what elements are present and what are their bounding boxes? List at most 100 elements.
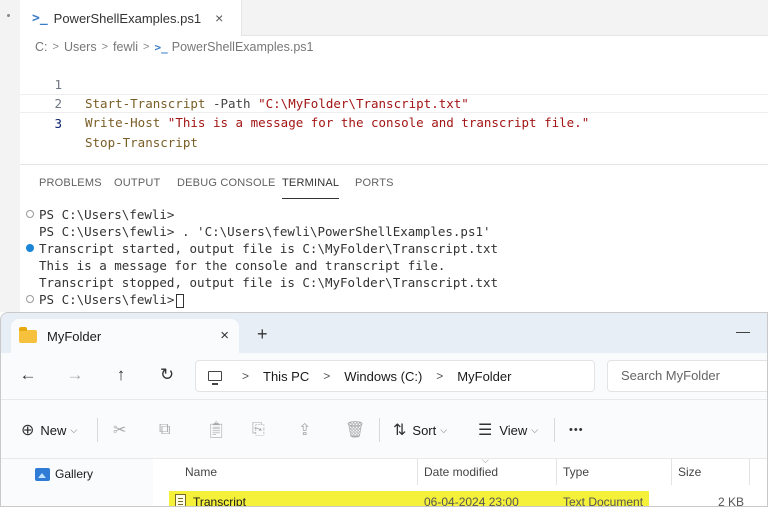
code-editor[interactable]: 1 Start-Transcript -Path "C:\MyFolder\Tr… [20, 56, 768, 150]
file-name[interactable]: Transcript [193, 493, 246, 506]
column-header-size[interactable]: Size [678, 459, 701, 485]
text-document-icon [175, 494, 186, 506]
sidebar-item-gallery[interactable]: Gallery [35, 467, 93, 481]
tab-debug-console[interactable]: DEBUG CONSOLE [177, 165, 276, 201]
explorer-tab-myfolder[interactable]: MyFolder × [11, 319, 239, 353]
folder-icon [19, 326, 37, 343]
tab-problems[interactable]: PROBLEMS [39, 165, 102, 201]
terminal-line: PS C:\Users\fewli> . 'C:\Users\fewli\Pow… [39, 224, 491, 239]
breadcrumb-user[interactable]: fewli [113, 40, 138, 54]
code-line-current[interactable]: 3 Stop-Transcript [20, 94, 768, 150]
code-param [160, 115, 168, 130]
breadcrumb-file[interactable]: PowerShellExamples.ps1 [172, 40, 314, 54]
chevron-down-icon: ⌵ [70, 424, 78, 435]
trash-icon: 🗑︎ [345, 422, 366, 439]
delete-button[interactable]: 🗑︎ [345, 400, 365, 460]
gallery-icon [35, 467, 50, 481]
column-header-date[interactable]: Date modified [424, 459, 498, 485]
view-list-icon: ☰ [478, 422, 493, 439]
search-input[interactable]: Search MyFolder [607, 360, 767, 392]
refresh-button[interactable]: ↻ [155, 363, 179, 387]
toolbar-divider [97, 418, 98, 442]
breadcrumb-users[interactable]: Users [64, 40, 97, 54]
address-this-pc[interactable]: This PC [263, 369, 309, 384]
paste-button[interactable]: 📋︎ [206, 400, 226, 460]
forward-button[interactable]: → [63, 363, 87, 387]
navigation-pane: Gallery [1, 459, 153, 506]
chevron-down-icon: ⌵ [531, 424, 539, 435]
terminal[interactable]: PS C:\Users\fewli> PS C:\Users\fewli> . … [20, 206, 768, 308]
new-label: New [40, 422, 67, 438]
minimize-button[interactable]: — [736, 323, 750, 339]
file-explorer-window: MyFolder × + — ← → ↑ ↻ > This PC > Windo… [0, 312, 768, 507]
sort-label: Sort [412, 422, 437, 438]
file-type: Text Document [563, 495, 644, 507]
terminal-line: This is a message for the console and tr… [39, 258, 446, 273]
activity-strip [0, 0, 20, 312]
column-divider[interactable] [749, 459, 750, 485]
more-options-button[interactable]: ••• [569, 400, 584, 460]
command-decoration-icon[interactable] [26, 210, 34, 218]
share-button[interactable]: ⇪ [298, 400, 311, 460]
close-icon[interactable]: × [215, 10, 223, 26]
close-icon[interactable]: × [220, 327, 229, 344]
sort-icon: ⇅ [393, 422, 407, 439]
column-divider[interactable] [556, 459, 557, 485]
explorer-tab-title: MyFolder [47, 328, 102, 344]
plus-circle-icon: ⊕ [21, 422, 35, 439]
rename-button[interactable]: ⎘ [252, 400, 265, 460]
view-button[interactable]: ☰ View ⌵ [478, 400, 538, 460]
powershell-file-icon: >_ [154, 40, 168, 54]
activity-dot [7, 14, 10, 17]
back-button[interactable]: ← [16, 363, 40, 387]
new-button[interactable]: ⊕ New ⌵ [21, 400, 77, 460]
code-line[interactable]: 2 Write-Host "This is a message for the … [20, 75, 768, 130]
file-date: 06-04-2024 23:00 [424, 495, 519, 507]
copy-icon: ⧉ [159, 421, 171, 438]
up-button[interactable]: ↑ [109, 363, 133, 387]
rename-icon: ⎘ [252, 421, 265, 438]
address-myfolder[interactable]: MyFolder [457, 369, 511, 384]
terminal-prompt-line[interactable]: PS C:\Users\fewli> [20, 291, 768, 308]
command-decoration-icon[interactable] [26, 295, 34, 303]
column-header-type[interactable]: Type [563, 459, 589, 485]
column-divider[interactable] [671, 459, 672, 485]
terminal-line: PS C:\Users\fewli> [20, 206, 768, 223]
chevron-right-icon[interactable]: > [242, 369, 249, 383]
command-decoration-icon[interactable] [26, 244, 34, 252]
toolbar-divider [379, 418, 380, 442]
column-header-name[interactable]: Name [185, 459, 217, 485]
breadcrumb: C: > Users > fewli > >_ PowerShellExampl… [35, 38, 313, 56]
editor-tab-powershellexamples[interactable]: >_ PowerShellExamples.ps1 × [20, 0, 242, 36]
editor-tab-title: PowerShellExamples.ps1 [53, 10, 202, 26]
code-string: "This is a message for the console and t… [167, 115, 590, 130]
line-number: 3 [54, 116, 62, 131]
explorer-content: Gallery ⌵ Name Date modified Type Size T… [1, 455, 767, 507]
terminal-line: Transcript stopped, output file is C:\My… [39, 275, 499, 290]
tab-terminal[interactable]: TERMINAL [282, 165, 340, 199]
powershell-file-icon: >_ [32, 10, 48, 26]
chevron-right-icon[interactable]: > [436, 369, 443, 383]
sort-button[interactable]: ⇅ Sort ⌵ [393, 400, 447, 460]
address-bar[interactable]: > This PC > Windows (C:) > MyFolder [195, 360, 595, 392]
chevron-right-icon: > [101, 41, 109, 53]
tab-ports[interactable]: PORTS [355, 165, 394, 201]
cut-button[interactable]: ✂ [113, 400, 126, 460]
cut-icon: ✂ [113, 422, 127, 439]
column-divider[interactable] [417, 459, 418, 485]
chevron-down-icon: ⌵ [440, 424, 448, 435]
terminal-cursor [176, 293, 185, 308]
panel-tabs: PROBLEMS OUTPUT DEBUG CONSOLE TERMINAL P… [20, 164, 768, 200]
chevron-right-icon[interactable]: > [323, 369, 330, 383]
explorer-toolbar: ⊕ New ⌵ ✂ ⧉ 📋︎ ⎘ ⇪ 🗑︎ ⇅ Sort ⌵ ☰ View ⌵ … [1, 399, 767, 460]
code-cmdlet: Write-Host [85, 115, 161, 130]
tab-output[interactable]: OUTPUT [114, 165, 160, 201]
view-label: View [499, 422, 528, 438]
new-tab-button[interactable]: + [257, 324, 268, 345]
sidebar-item-label: Gallery [55, 467, 94, 481]
address-windows-c[interactable]: Windows (C:) [344, 369, 422, 384]
copy-button[interactable]: ⧉ [159, 400, 170, 460]
editor-tabbar: >_ PowerShellExamples.ps1 × [20, 0, 768, 36]
code-line[interactable]: 1 Start-Transcript -Path "C:\MyFolder\Tr… [20, 56, 768, 111]
breadcrumb-drive[interactable]: C: [35, 40, 48, 54]
